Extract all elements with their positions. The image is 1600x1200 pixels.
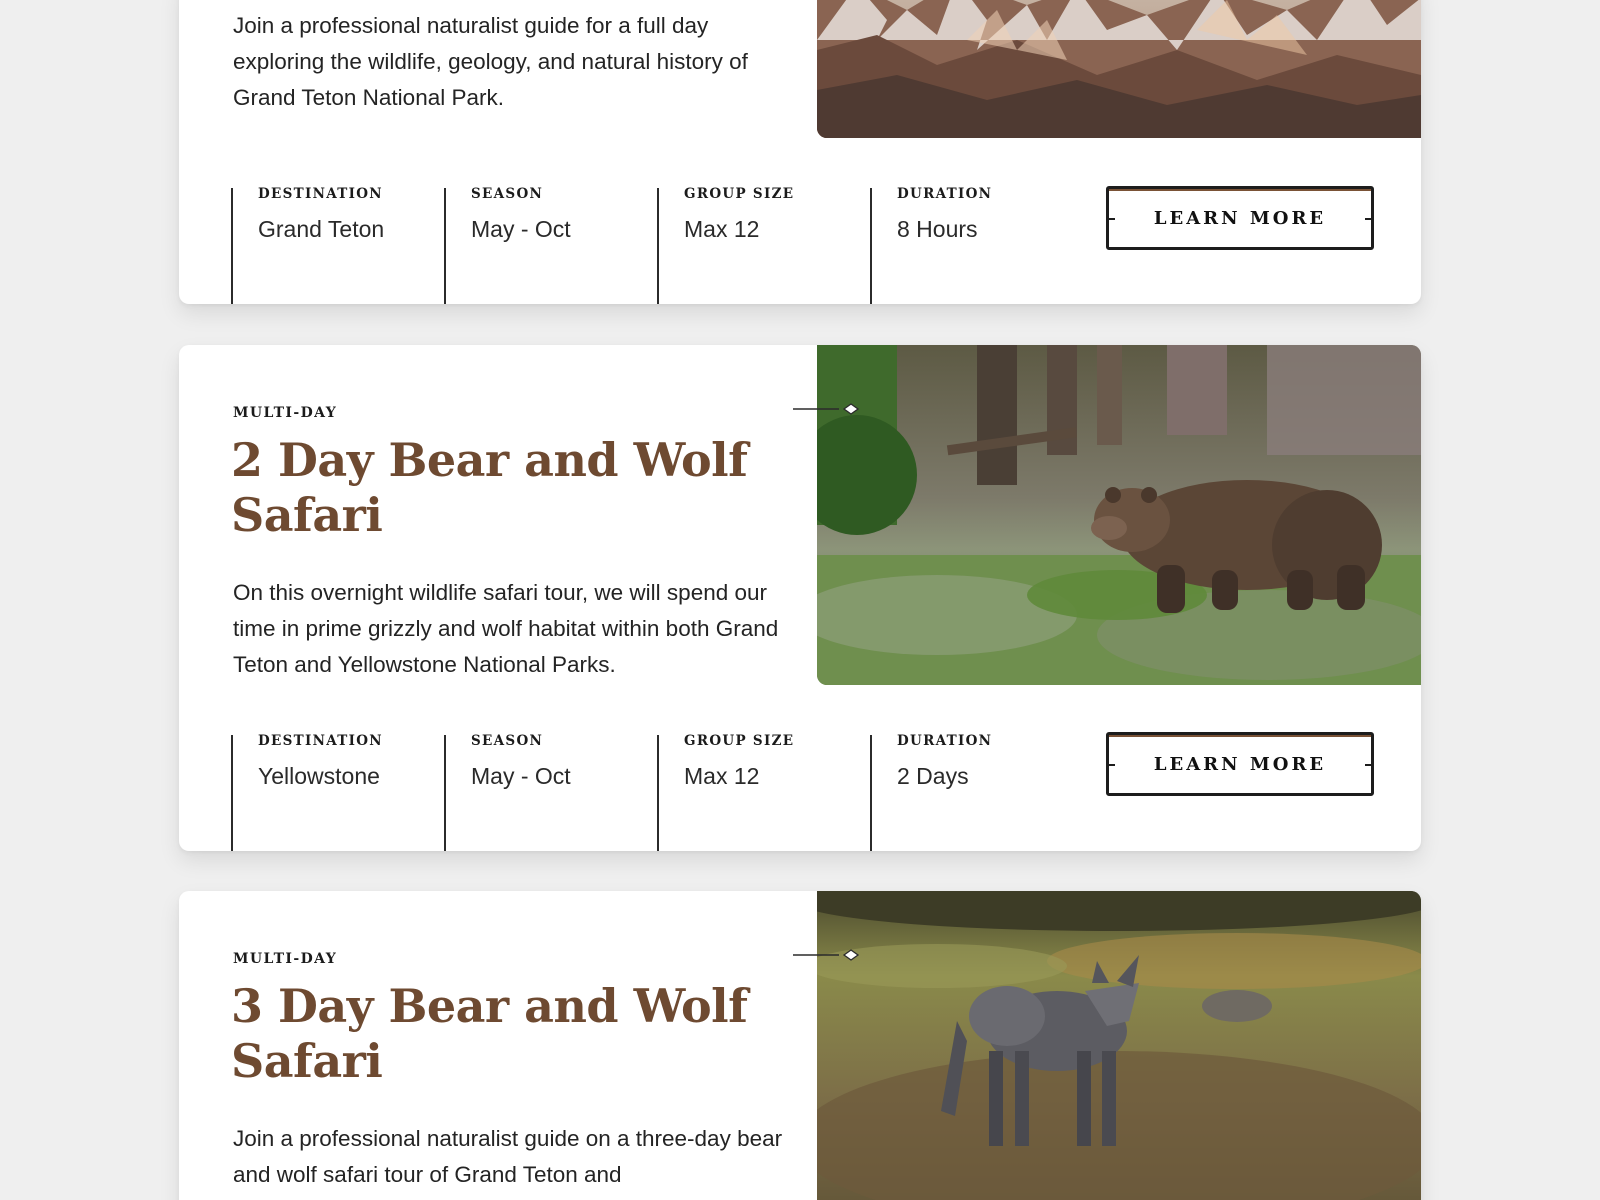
tour-title: 3 Day Bear and Wolf Safari	[231, 979, 748, 1088]
detail-label: DURATION	[897, 733, 993, 749]
tour-description: Join a professional naturalist guide for…	[233, 13, 748, 110]
learn-more-label: LEARN MORE	[1153, 207, 1327, 229]
tour-details: DESTINATION Yellowstone SEASON May - Oct…	[231, 733, 1083, 851]
learn-more-label: LEARN MORE	[1153, 753, 1327, 775]
detail-destination: DESTINATION Yellowstone	[231, 733, 444, 851]
tour-card: MULTI-DAY 2 Day Bear and Wolf Safari On …	[179, 345, 1421, 851]
detail-label: SEASON	[471, 186, 544, 202]
detail-label: SEASON	[471, 733, 544, 749]
detail-label: GROUP SIZE	[684, 733, 795, 749]
detail-label: GROUP SIZE	[684, 186, 795, 202]
detail-value: May - Oct	[471, 216, 571, 242]
detail-group-size: GROUP SIZE Max 12	[657, 186, 870, 304]
detail-duration: DURATION 8 Hours	[870, 186, 1083, 304]
learn-more-button[interactable]: LEARN MORE	[1106, 732, 1374, 796]
detail-season: SEASON May - Oct	[444, 733, 657, 851]
tour-description: Join a professional naturalist guide on …	[233, 1126, 783, 1187]
detail-label: DESTINATION	[258, 733, 383, 749]
detail-value: Grand Teton	[258, 216, 385, 242]
detail-value: 8 Hours	[897, 216, 978, 242]
tours-list-page: Join a professional naturalist guide for…	[0, 0, 1600, 1200]
detail-label: DESTINATION	[258, 186, 383, 202]
tour-image-gray-wolf	[817, 891, 1421, 1200]
button-tick-right	[1365, 218, 1374, 220]
detail-value: May - Oct	[471, 763, 571, 789]
detail-value: Yellowstone	[258, 763, 380, 789]
detail-duration: DURATION 2 Days	[870, 733, 1083, 851]
tour-image-mountains	[817, 0, 1421, 138]
diamond-connector-icon	[793, 401, 863, 417]
detail-group-size: GROUP SIZE Max 12	[657, 733, 870, 851]
detail-value: Max 12	[684, 763, 760, 789]
button-tick-left	[1106, 218, 1115, 220]
detail-value: 2 Days	[897, 763, 969, 789]
tour-details: DESTINATION Grand Teton SEASON May - Oct…	[231, 186, 1083, 304]
detail-value: Max 12	[684, 216, 760, 242]
button-tick-right	[1365, 764, 1374, 766]
tour-description: On this overnight wildlife safari tour, …	[233, 580, 779, 677]
detail-season: SEASON May - Oct	[444, 186, 657, 304]
tour-card: MULTI-DAY 3 Day Bear and Wolf Safari Joi…	[179, 891, 1421, 1200]
tour-title: 2 Day Bear and Wolf Safari	[231, 433, 748, 542]
diamond-connector-icon	[793, 947, 863, 963]
learn-more-button[interactable]: LEARN MORE	[1106, 186, 1374, 250]
tour-image-grizzly-bear	[817, 345, 1421, 685]
tour-category: MULTI-DAY	[233, 951, 338, 967]
button-tick-left	[1106, 764, 1115, 766]
detail-label: DURATION	[897, 186, 993, 202]
tour-card: Join a professional naturalist guide for…	[179, 0, 1421, 304]
detail-destination: DESTINATION Grand Teton	[231, 186, 444, 304]
tour-category: MULTI-DAY	[233, 405, 338, 421]
